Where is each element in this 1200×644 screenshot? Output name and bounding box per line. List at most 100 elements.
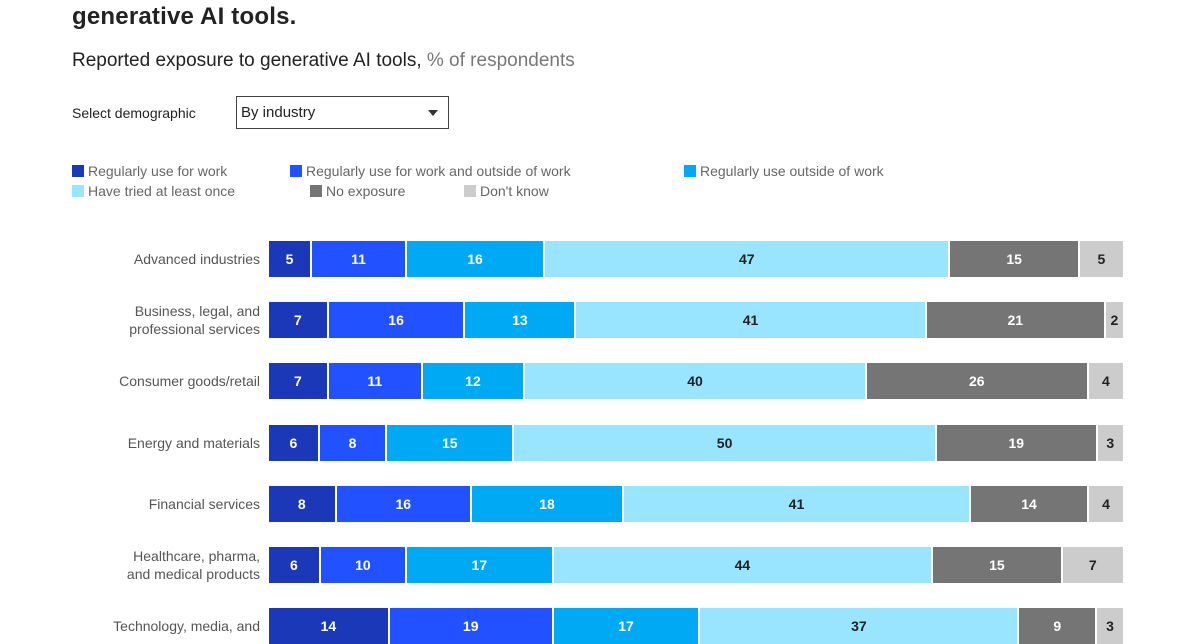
bar-segment: 8 [319,424,388,461]
bar-segment: 50 [514,424,937,461]
category-label: Energy and materials [128,434,260,452]
data-label: 7 [293,312,302,329]
data-label: 7 [1088,557,1097,573]
bar-segment: 11 [328,363,423,400]
bar-segment: 11 [312,241,407,277]
bar-segment: 41 [624,485,971,522]
data-label: 37 [851,618,867,635]
data-label: 16 [388,312,404,329]
data-label: 19 [462,618,479,635]
bar-segment: 26 [866,363,1089,400]
data-label: 6 [289,557,298,573]
data-label: 5 [285,251,294,267]
bar-segment: 4 [1089,485,1123,522]
data-label: 13 [512,312,528,329]
bar-segment: 14 [970,485,1090,522]
bar-segment: 14 [269,608,390,644]
data-label: 19 [1008,434,1025,451]
bar-segment: 17 [553,608,701,644]
category-label-line: Business, legal, and [134,303,260,320]
category-label: Technology, media, and [113,617,260,635]
data-label: 17 [471,557,488,573]
bar-segment: 41 [576,302,927,339]
data-label: 16 [467,251,483,267]
data-label: 40 [687,373,703,390]
category-label-line: and medical products [126,566,260,582]
bar-segment: 13 [465,302,577,339]
data-label: 21 [1007,312,1024,329]
data-label: 15 [1006,251,1022,267]
bar-segment: 5 [269,241,313,277]
bar-segment: 18 [471,485,625,522]
bar-segment: 9 [1019,608,1098,644]
bar-segment: 10 [320,547,407,583]
data-label: 41 [742,312,759,329]
bar-segment: 4 [1088,363,1123,400]
data-label: 4 [1102,495,1110,512]
data-label: 11 [367,373,383,390]
bar-segment: 19 [389,608,554,644]
data-label: 41 [788,495,805,512]
bar-segment: 37 [700,608,1020,644]
category-label-line: Healthcare, pharma, [133,548,260,564]
bar-segment: 16 [336,485,472,522]
category-label-line: Financial services [148,495,260,512]
bar-segment: 6 [269,424,320,461]
bar-segment: 3 [1097,424,1123,461]
data-label: 2 [1110,312,1119,329]
data-label: 14 [1021,495,1037,512]
bar-segment: 15 [950,241,1080,277]
data-label: 14 [320,618,337,635]
data-label: 10 [355,557,371,573]
category-label: Healthcare, pharma, and medical products [127,547,260,583]
bar-segment: 47 [545,241,951,277]
bar-segment: 7 [269,302,329,339]
data-label: 44 [734,557,751,573]
bar-segment: 16 [328,302,466,339]
bar-segment: 5 [1079,241,1123,277]
category-label-line: professional services [129,321,260,338]
bar-segment: 12 [422,363,526,400]
data-label: 18 [539,495,555,512]
category-label-line: Technology, media, and [113,618,260,635]
category-label: Advanced industries [134,250,260,268]
data-label: 3 [1106,618,1114,635]
data-label: 6 [289,434,298,451]
category-label: Financial services [149,495,260,513]
category-label-line: Advanced industries [133,251,260,267]
data-label: 16 [395,495,412,512]
category-label: Consumer goods/retail [119,372,260,390]
bar-segment: 15 [933,547,1063,583]
data-label: 7 [293,373,302,390]
data-label: 8 [348,434,357,451]
data-label: 5 [1097,251,1106,267]
bar-segment: 40 [525,363,867,400]
data-label: 11 [351,251,366,267]
bar-segment: 6 [269,547,321,583]
data-label: 15 [442,434,458,451]
bar-segment: 19 [936,424,1098,461]
data-label: 17 [618,618,634,635]
bar-segment: 44 [553,547,934,583]
bar-segment: 7 [269,363,329,400]
bar-segment: 8 [269,485,337,522]
category-label: Business, legal, and professional service… [129,302,260,338]
data-label: 12 [465,373,481,390]
data-label: 4 [1102,373,1110,390]
bar-segment: 7 [1062,547,1123,583]
category-label-line: Consumer goods/retail [119,373,260,390]
data-label: 9 [1053,618,1062,635]
category-label-line: Energy and materials [127,434,260,451]
data-label: 50 [716,434,733,451]
data-label: 47 [738,251,755,267]
bar-segment: 21 [926,302,1106,339]
stacked-bar-chart: Advanced industries 5 11 16 47 15 5 Business, l… [0,0,1200,644]
bar-segment: 2 [1105,302,1123,339]
data-label: 26 [969,373,985,390]
bar-segment: 3 [1097,608,1123,644]
bar-segment: 16 [407,241,546,277]
data-label: 15 [989,557,1005,573]
data-label: 8 [297,495,306,512]
data-label: 3 [1106,434,1115,451]
bar-segment: 15 [387,424,515,461]
